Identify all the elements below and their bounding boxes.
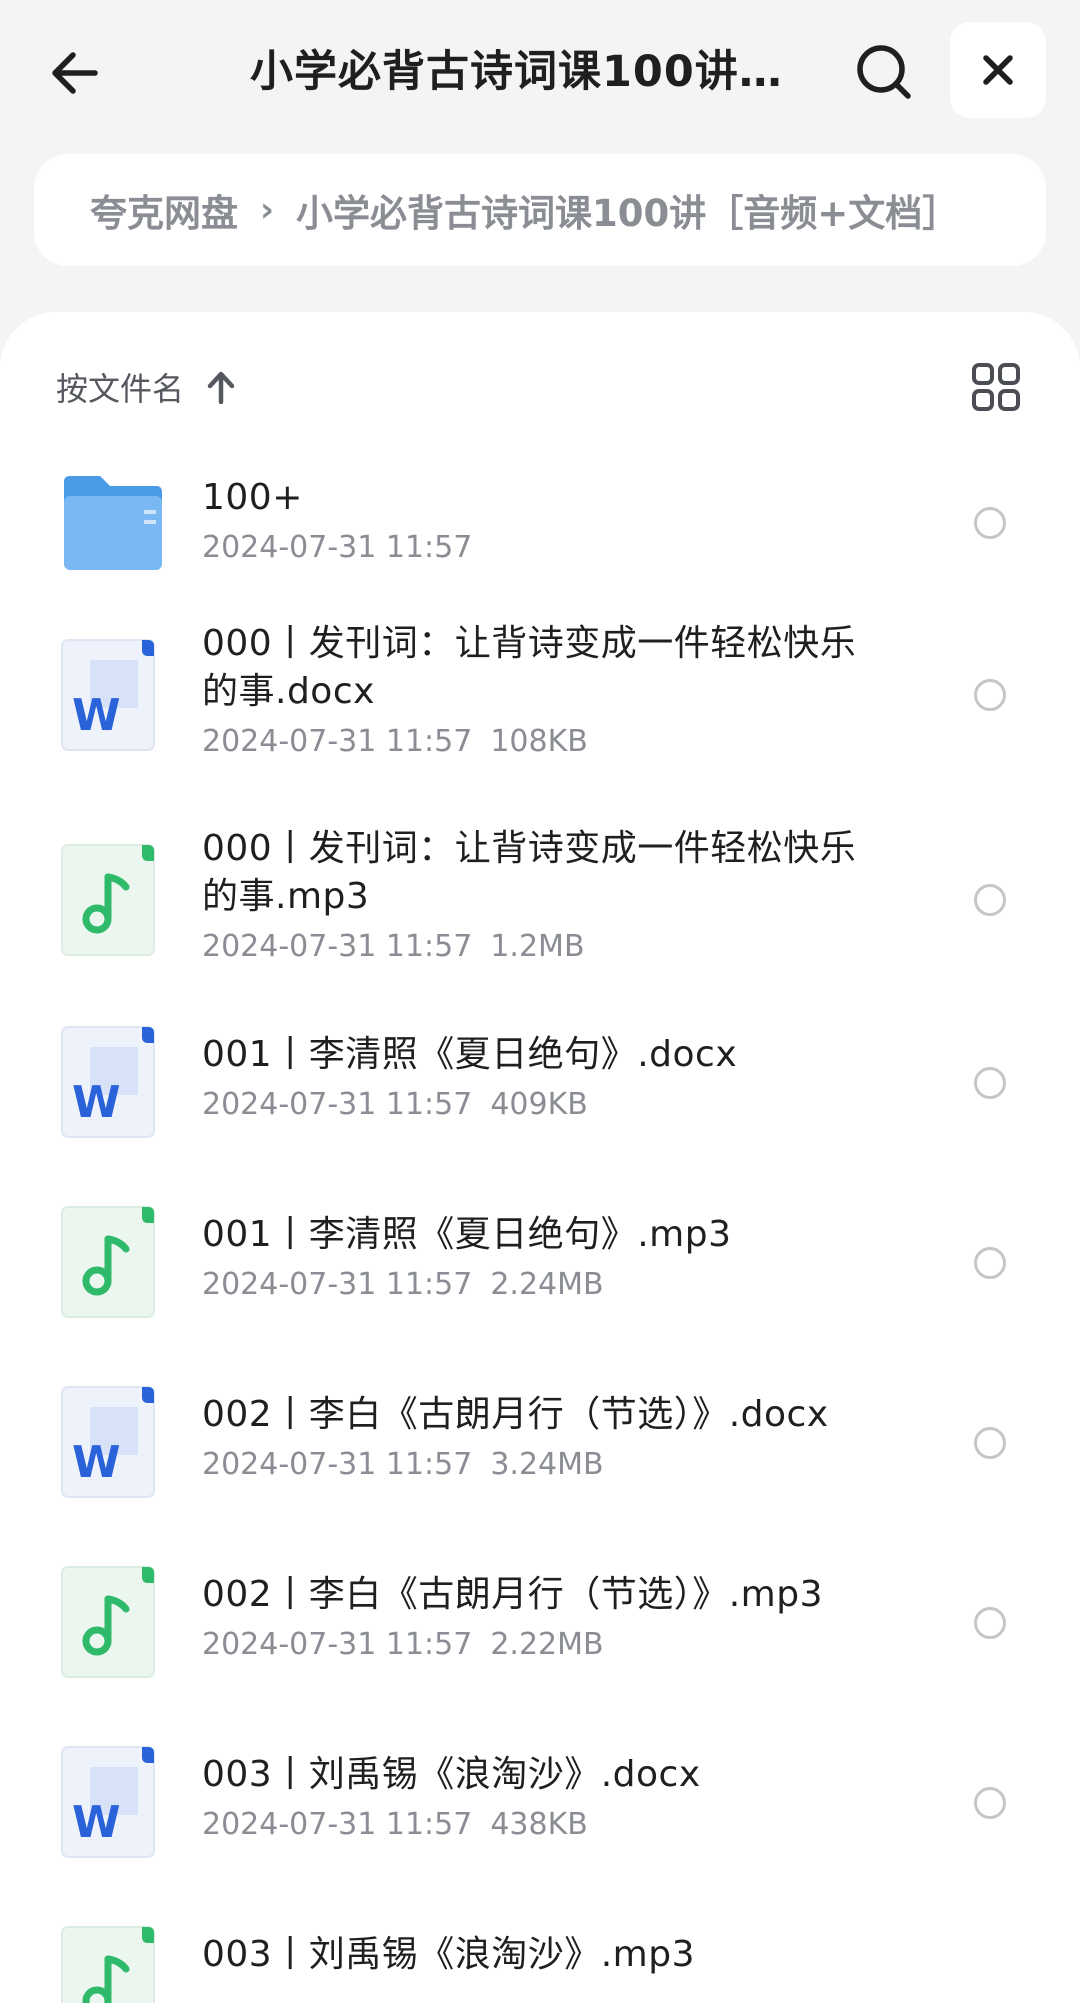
file-name: 003丨刘禹锡《浪淘沙》.mp3 (202, 1934, 695, 1975)
file-name: 002丨李白《古朗月行（节选）》.mp3 (202, 1574, 823, 1615)
audio-file-icon (60, 843, 166, 959)
svg-text:W: W (72, 1797, 121, 1848)
file-size: 2.24MB (490, 1267, 604, 1302)
file-date: 2024-07-31 11:57 (202, 1807, 473, 1842)
select-radio[interactable] (974, 679, 1006, 711)
file-meta: 2024-07-31 11:57 1.2MB (202, 925, 882, 969)
file-name: 000丨发刊词：让背诗变成一件轻松快乐的事.mp3 (202, 828, 857, 917)
breadcrumb: 夸克网盘 › 小学必背古诗词课100讲［音频+文档］ (34, 154, 1046, 266)
file-date: 2024-07-31 11:57 (202, 1267, 473, 1302)
breadcrumb-separator: › (260, 190, 275, 230)
grid-view-button[interactable] (968, 352, 1024, 422)
file-size: 108KB (490, 724, 588, 759)
sort-label: 按文件名 (56, 370, 185, 408)
file-meta: 2024-07-31 11:57 409KB (202, 1083, 882, 1127)
close-icon (983, 55, 1013, 85)
back-button[interactable] (40, 38, 110, 108)
file-meta: 2024-07-31 11:57 438KB (202, 1803, 882, 1847)
top-bar: 小学必背古诗词课100讲［音频+文档］ (0, 0, 1080, 140)
file-size: 409KB (490, 1087, 588, 1122)
breadcrumb-current: 小学必背古诗词课100讲［音频+文档］ (296, 192, 960, 235)
file-date: 2024-07-31 11:57 (202, 1087, 473, 1122)
select-radio[interactable] (974, 507, 1006, 539)
select-radio[interactable] (974, 1247, 1006, 1279)
file-name: 100+ (202, 477, 303, 518)
select-radio[interactable] (974, 1427, 1006, 1459)
file-meta: 2024-07-31 11:57 2.24MB (202, 1263, 882, 1307)
audio-file-icon (60, 1565, 166, 1681)
file-size: 1.2MB (490, 929, 585, 964)
file-panel: 按文件名 100+ 2024-07-31 11:57 W 000丨发刊词：让背诗… (0, 312, 1080, 2003)
sort-control[interactable]: 按文件名 (56, 352, 236, 422)
select-radio[interactable] (974, 1787, 1006, 1819)
close-button[interactable] (950, 22, 1046, 118)
breadcrumb-root[interactable]: 夸克网盘 (90, 183, 238, 237)
word-doc-icon: W (60, 1385, 166, 1501)
arrow-up-icon (206, 370, 236, 404)
word-doc-icon: W (60, 638, 166, 754)
select-radio[interactable] (974, 1067, 1006, 1099)
file-date: 2024-07-31 11:57 (202, 724, 473, 759)
folder-icon (60, 474, 166, 590)
page-title: 小学必背古诗词课100讲［音频+文档］ (250, 47, 810, 97)
file-name: 001丨李清照《夏日绝句》.mp3 (202, 1214, 732, 1255)
file-meta: 2024-07-31 11:57 (202, 526, 882, 570)
file-size: 2.22MB (490, 1627, 604, 1662)
file-name: 002丨李白《古朗月行（节选）》.docx (202, 1394, 829, 1435)
file-name: 001丨李清照《夏日绝句》.docx (202, 1034, 738, 1075)
file-name: 000丨发刊词：让背诗变成一件轻松快乐的事.docx (202, 623, 857, 712)
audio-file-icon (60, 1925, 166, 2003)
file-meta: 2024-07-31 11:57 2.22MB (202, 1623, 882, 1667)
file-meta: 2024-07-31 11:57 108KB (202, 720, 882, 764)
file-date: 2024-07-31 11:57 (202, 1447, 473, 1482)
svg-text:W: W (72, 690, 121, 741)
svg-text:W: W (72, 1437, 121, 1488)
file-date: 2024-07-31 11:57 (202, 1627, 473, 1662)
svg-text:W: W (72, 1077, 121, 1128)
file-date: 2024-07-31 11:57 (202, 530, 473, 565)
file-date: 2024-07-31 11:57 (202, 929, 473, 964)
file-size: 438KB (490, 1807, 588, 1842)
grid-view-icon (972, 363, 1020, 411)
file-size: 3.24MB (490, 1447, 604, 1482)
file-name: 003丨刘禹锡《浪淘沙》.docx (202, 1754, 701, 1795)
select-radio[interactable] (974, 884, 1006, 916)
search-icon (857, 45, 911, 99)
file-meta: 2024-07-31 11:57 3.24MB (202, 1443, 882, 1487)
select-radio[interactable] (974, 1607, 1006, 1639)
search-button[interactable] (848, 36, 920, 108)
back-arrow-icon (52, 52, 98, 94)
word-doc-icon: W (60, 1745, 166, 1861)
audio-file-icon (60, 1205, 166, 1321)
word-doc-icon: W (60, 1025, 166, 1141)
